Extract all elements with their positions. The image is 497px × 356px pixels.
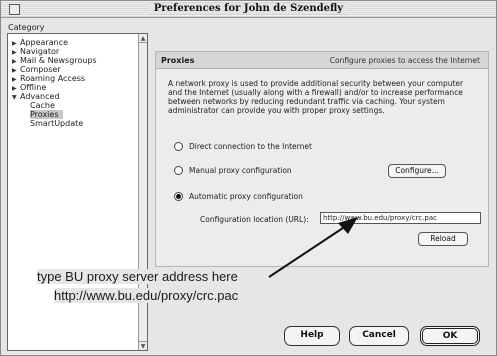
ok-button[interactable]: OK <box>420 326 480 346</box>
help-button[interactable]: Help <box>284 326 340 346</box>
preferences-window: Preferences for John de Szendefly Catego… <box>0 0 497 356</box>
annotation-url: http://www.bu.edu/proxy/crc.pac <box>54 288 239 303</box>
cancel-button[interactable]: Cancel <box>349 326 409 346</box>
annotation-instruction: type BU proxy server address here <box>37 269 240 284</box>
